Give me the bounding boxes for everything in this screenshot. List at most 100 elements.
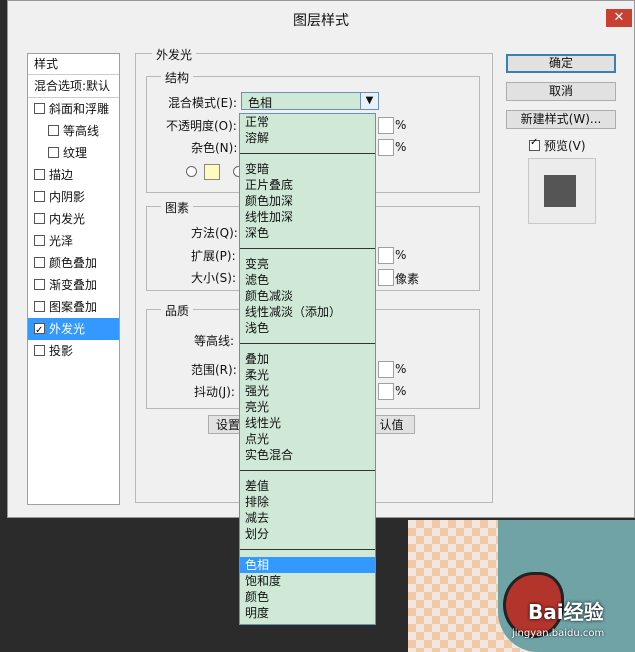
- method-label: 方法(Q):: [191, 226, 238, 240]
- style-item-label: 图案叠加: [49, 300, 98, 314]
- opacity-label: 不透明度(O):: [166, 119, 237, 133]
- style-checkbox[interactable]: [34, 103, 45, 114]
- size-label: 大小(S):: [191, 271, 237, 285]
- style-item[interactable]: 纹理: [28, 142, 119, 164]
- dropdown-option[interactable]: 点光: [240, 431, 375, 447]
- dropdown-option[interactable]: 减去: [240, 510, 375, 526]
- style-item[interactable]: 描边: [28, 164, 119, 186]
- dropdown-option[interactable]: 线性光: [240, 415, 375, 431]
- style-checkbox[interactable]: [34, 320, 45, 342]
- size-input[interactable]: [378, 269, 394, 286]
- style-item[interactable]: 投影: [28, 340, 119, 362]
- dropdown-option[interactable]: 强光: [240, 383, 375, 399]
- style-item[interactable]: 光泽: [28, 230, 119, 252]
- dropdown-option[interactable]: 深色: [240, 225, 375, 241]
- styles-list: 样式 混合选项:默认 斜面和浮雕等高线纹理描边内阴影内发光光泽 颜色叠加渐变叠加图…: [27, 53, 120, 505]
- style-checkbox[interactable]: [34, 301, 45, 312]
- noise-input[interactable]: [378, 139, 394, 156]
- style-checkbox[interactable]: [34, 279, 45, 290]
- style-item[interactable]: 内发光: [28, 208, 119, 230]
- style-item[interactable]: 外发光: [28, 318, 119, 342]
- preview-swatch: [544, 175, 576, 207]
- dropdown-option[interactable]: 叠加: [240, 351, 375, 367]
- dropdown-separator: [240, 470, 375, 471]
- range-label: 范围(R):: [191, 363, 237, 377]
- style-item-label: 描边: [49, 168, 74, 182]
- style-checkbox[interactable]: [34, 191, 45, 202]
- elements-title: 图素: [161, 199, 194, 216]
- dropdown-option[interactable]: 正片叠底: [240, 177, 375, 193]
- dropdown-option[interactable]: 实色混合: [240, 447, 375, 463]
- dialog-title: 图层样式: [8, 1, 634, 41]
- dropdown-option[interactable]: 划分: [240, 526, 375, 542]
- dropdown-option[interactable]: 饱和度: [240, 573, 375, 589]
- dropdown-separator: [240, 343, 375, 344]
- dropdown-option[interactable]: 颜色减淡: [240, 288, 375, 304]
- dropdown-option[interactable]: 变暗: [240, 161, 375, 177]
- style-item[interactable]: 渐变叠加: [28, 274, 119, 296]
- style-item[interactable]: 等高线: [28, 120, 119, 142]
- preview-checkbox[interactable]: 预览(V): [529, 137, 586, 154]
- style-item[interactable]: 颜色叠加: [28, 252, 119, 274]
- spread-input[interactable]: [378, 247, 394, 264]
- close-button[interactable]: ✕: [606, 9, 632, 27]
- noise-unit: %: [395, 140, 407, 154]
- dropdown-option[interactable]: 色相: [240, 557, 375, 573]
- style-item[interactable]: 斜面和浮雕: [28, 98, 119, 120]
- blend-mode-select[interactable]: 色相 ▼: [241, 92, 379, 110]
- dropdown-option[interactable]: 颜色: [240, 589, 375, 605]
- preview-check-icon[interactable]: [529, 137, 540, 151]
- range-input[interactable]: [378, 361, 394, 378]
- canvas-artwork: Bai经验 jingyan.baidu.com: [408, 520, 635, 652]
- dropdown-option[interactable]: 线性加深: [240, 209, 375, 225]
- noise-label: 杂色(N):: [191, 141, 238, 155]
- style-item-label: 斜面和浮雕: [49, 102, 110, 116]
- style-checkbox[interactable]: [34, 235, 45, 246]
- blending-options-default[interactable]: 混合选项:默认: [28, 75, 119, 98]
- dropdown-option[interactable]: 正常: [240, 114, 375, 130]
- solid-color-radio[interactable]: [186, 166, 197, 177]
- dropdown-option[interactable]: 颜色加深: [240, 193, 375, 209]
- style-checkbox[interactable]: [34, 169, 45, 180]
- watermark-url: jingyan.baidu.com: [512, 628, 605, 639]
- style-item[interactable]: 内阴影: [28, 186, 119, 208]
- opacity-unit: %: [395, 118, 407, 132]
- size-unit: 像素: [395, 272, 420, 286]
- dropdown-option[interactable]: 柔光: [240, 367, 375, 383]
- dropdown-separator: [240, 153, 375, 154]
- watermark-brand: Bai经验: [528, 600, 604, 624]
- style-checkbox[interactable]: [48, 125, 59, 136]
- style-checkbox[interactable]: [34, 345, 45, 356]
- preview-label: 预览(V): [544, 139, 586, 153]
- dropdown-option[interactable]: 差值: [240, 478, 375, 494]
- style-item-label: 外发光: [49, 322, 86, 336]
- chevron-down-icon[interactable]: ▼: [360, 93, 378, 109]
- blend-mode-dropdown: 正常 溶解变暗 正片叠底 颜色加深 线性加深 深色变亮 滤色 颜色减淡 线性减淡（添加） 浅色叠加…: [239, 113, 376, 625]
- jitter-input[interactable]: [378, 383, 394, 400]
- blend-mode-label: 混合模式(E):: [168, 96, 237, 110]
- new-style-button[interactable]: 新建样式(W)...: [506, 110, 616, 129]
- style-checkbox[interactable]: [34, 213, 45, 224]
- dropdown-option[interactable]: 滤色: [240, 272, 375, 288]
- glow-color-swatch[interactable]: [204, 164, 220, 180]
- style-checkbox[interactable]: [34, 257, 45, 268]
- dropdown-option[interactable]: 明度: [240, 605, 375, 621]
- style-checkbox[interactable]: [48, 147, 59, 158]
- ok-button[interactable]: 确定: [506, 54, 616, 73]
- dropdown-option[interactable]: 浅色: [240, 320, 375, 336]
- cancel-button[interactable]: 取消: [506, 82, 616, 101]
- opacity-input[interactable]: [378, 117, 394, 134]
- dropdown-option[interactable]: 亮光: [240, 399, 375, 415]
- style-item-label: 内阴影: [49, 190, 86, 204]
- styles-header[interactable]: 样式: [28, 54, 119, 75]
- quality-title: 品质: [161, 302, 194, 319]
- style-item-label: 渐变叠加: [49, 278, 98, 292]
- style-item[interactable]: 图案叠加: [28, 296, 119, 318]
- dropdown-option[interactable]: 排除: [240, 494, 375, 510]
- style-item-label: 内发光: [49, 212, 86, 226]
- dropdown-option[interactable]: 溶解: [240, 130, 375, 146]
- dropdown-option[interactable]: 变亮: [240, 256, 375, 272]
- dropdown-separator: [240, 248, 375, 249]
- dropdown-option[interactable]: 线性减淡（添加）: [240, 304, 375, 320]
- style-item-label: 纹理: [63, 146, 88, 160]
